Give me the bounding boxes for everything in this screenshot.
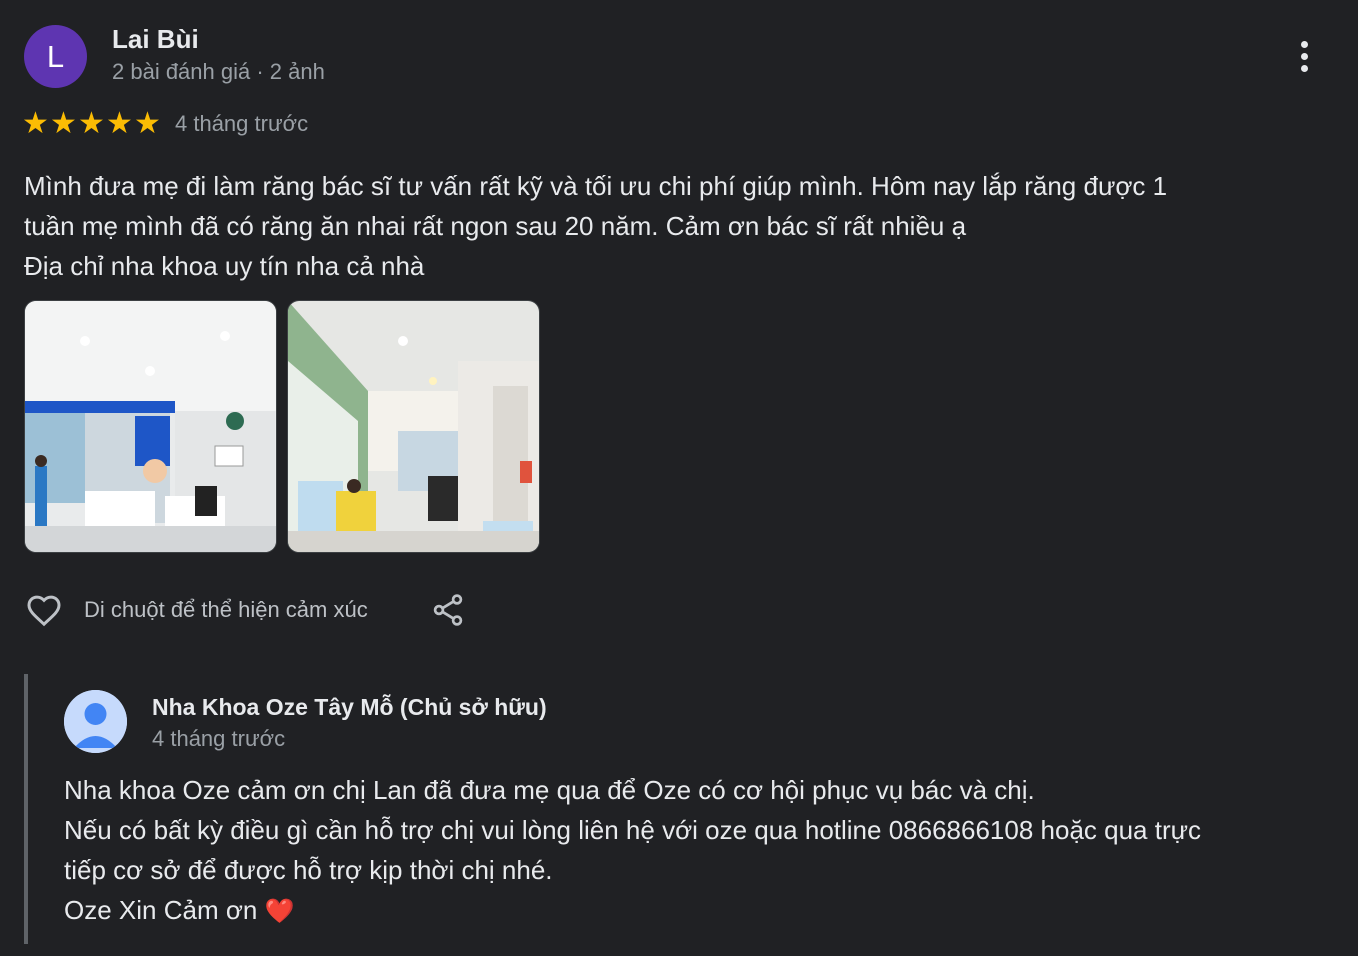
reply-closing: Oze Xin Cảm ơn — [64, 895, 258, 925]
review-text-line: Địa chỉ nha khoa uy tín nha cả nhà — [24, 251, 425, 281]
star-icon: ★ — [134, 107, 161, 140]
review-card: L Lai Bùi 2 bài đánh giá · 2 ảnh ★ ★ ★ ★… — [0, 0, 1358, 956]
author-avatar[interactable]: L — [24, 25, 87, 88]
waiting-area-image — [288, 301, 539, 552]
review-text: Mình đưa mẹ đi làm răng bác sĩ tư vấn rấ… — [24, 166, 1324, 286]
review-text-line: tuần mẹ mình đã có răng ăn nhai rất ngon… — [24, 211, 967, 241]
heart-emoji-icon: ❤️ — [264, 898, 295, 925]
star-icon: ★ — [22, 107, 49, 140]
owner-avatar[interactable] — [64, 690, 127, 753]
review-photo-1[interactable] — [24, 300, 277, 553]
owner-name: Nha Khoa Oze Tây Mỗ (Chủ sở hữu) — [152, 694, 547, 720]
star-icon: ★ — [106, 107, 133, 140]
more-options-button[interactable] — [1288, 36, 1320, 76]
more-vert-icon — [1300, 40, 1308, 48]
share-icon[interactable] — [430, 592, 466, 628]
reply-text: Nha khoa Oze cảm ơn chị Lan đã đưa mẹ qu… — [64, 770, 1334, 932]
clinic-room-image — [25, 301, 276, 552]
star-icon: ★ — [78, 107, 105, 140]
reply-text-line: tiếp cơ sở để được hỗ trợ kịp thời chị n… — [64, 855, 553, 885]
reply-text-line: Nếu có bất kỳ điều gì cần hỗ trợ chị vui… — [64, 815, 1202, 845]
reply-date: 4 tháng trước — [152, 726, 286, 751]
review-date: 4 tháng trước — [175, 110, 309, 136]
review-actions: Di chuột để thể hiện cảm xúc — [24, 590, 466, 630]
star-rating: ★ ★ ★ ★ ★ — [22, 107, 161, 140]
reply-closing-line: Oze Xin Cảm ơn ❤️ — [64, 890, 1334, 932]
author-initial: L — [46, 38, 65, 74]
reaction-hint: Di chuột để thể hiện cảm xúc — [84, 597, 368, 622]
reply-text-line: Nha khoa Oze cảm ơn chị Lan đã đưa mẹ qu… — [64, 775, 1035, 805]
rating-row: ★ ★ ★ ★ ★ 4 tháng trước — [22, 107, 309, 140]
review-text-line: Mình đưa mẹ đi làm răng bác sĩ tư vấn rấ… — [24, 171, 1168, 201]
owner-reply: Nha Khoa Oze Tây Mỗ (Chủ sở hữu) 4 tháng… — [24, 674, 1338, 944]
review-photo-2[interactable] — [287, 300, 540, 553]
author-meta: 2 bài đánh giá · 2 ảnh — [112, 59, 325, 84]
author-name[interactable]: Lai Bùi — [112, 24, 199, 55]
heart-outline-icon[interactable] — [24, 590, 64, 630]
person-icon — [64, 690, 127, 753]
star-icon: ★ — [50, 107, 77, 140]
